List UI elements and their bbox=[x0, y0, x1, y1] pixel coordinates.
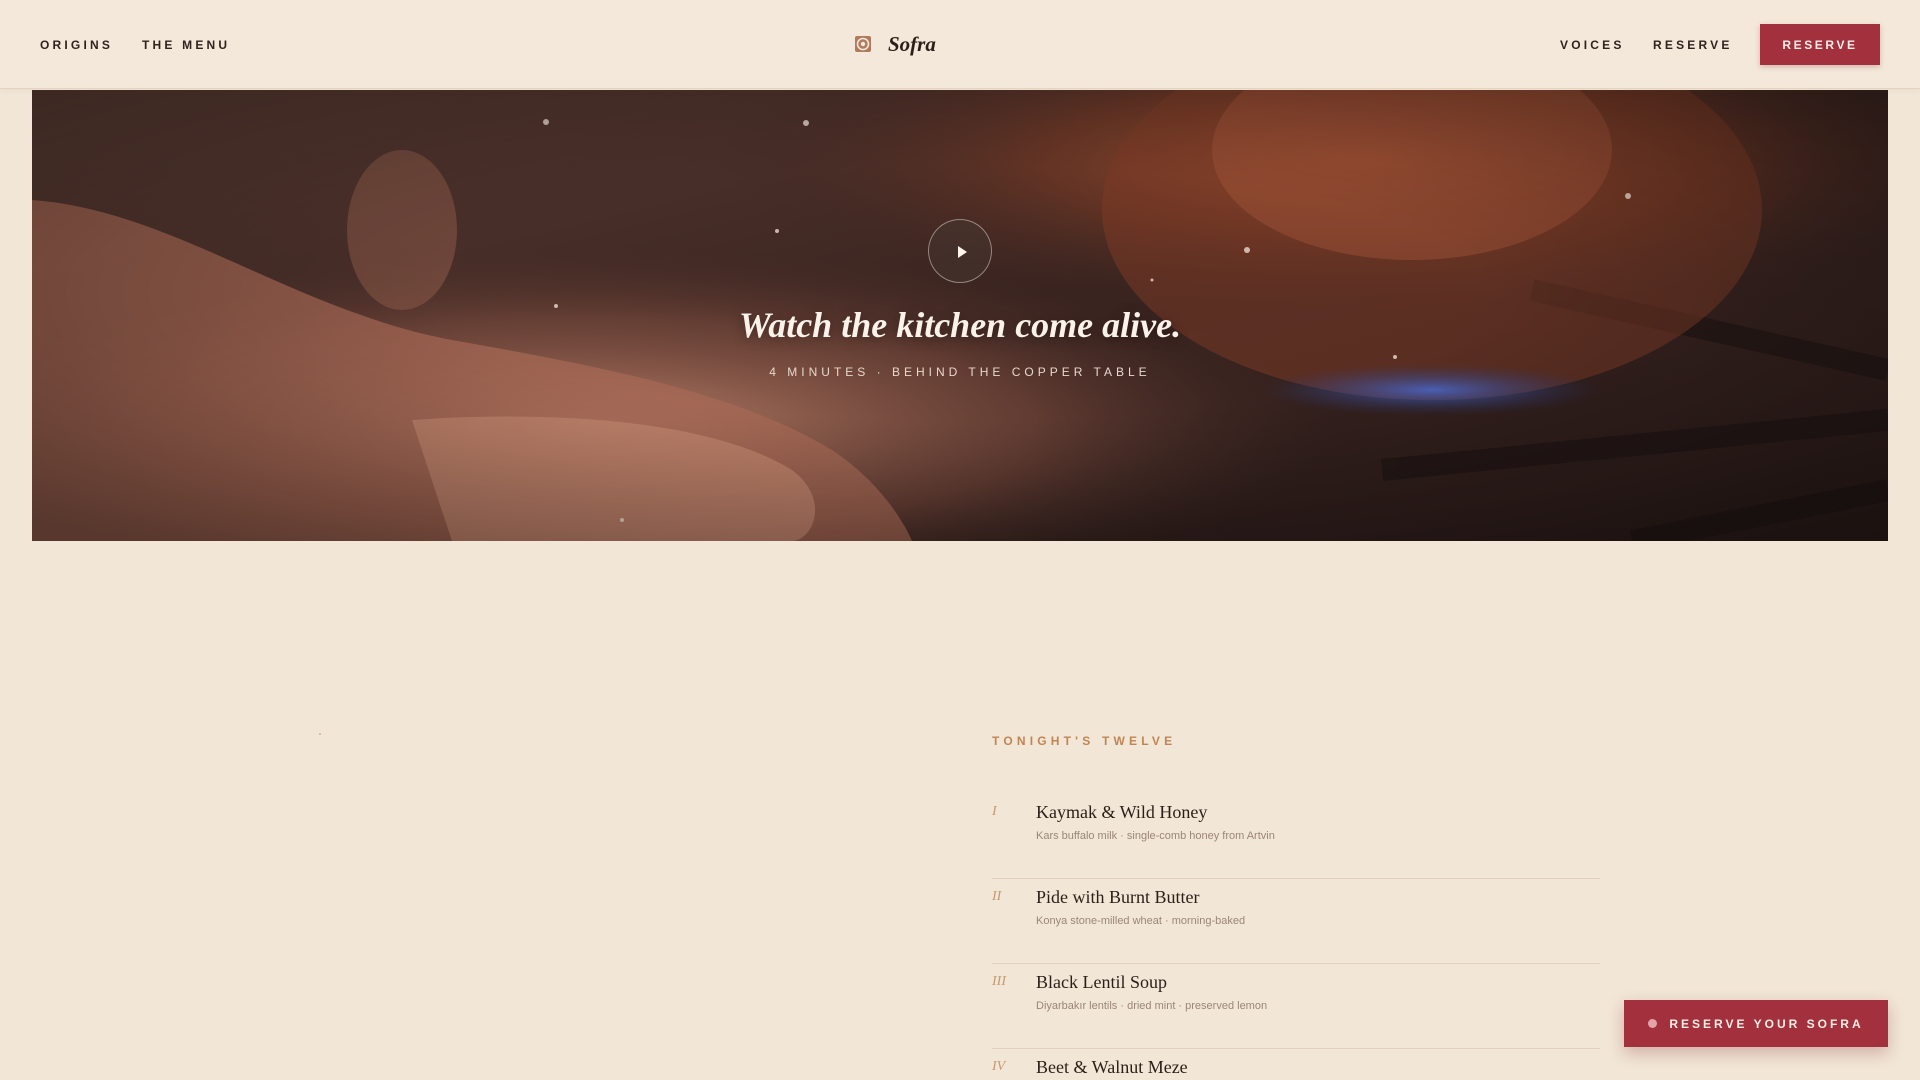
brand-name: Sofra bbox=[888, 31, 936, 56]
play-button[interactable] bbox=[928, 219, 992, 283]
menu-item-description: Konya stone-milled wheat · morning-baked bbox=[1036, 915, 1246, 927]
play-icon bbox=[958, 246, 967, 258]
menu-item-description: Kars buffalo milk · single-comb honey fr… bbox=[1036, 830, 1275, 842]
menu-list: I Kaymak & Wild Honey Kars buffalo milk … bbox=[992, 794, 1600, 1080]
nav-link-reserve[interactable]: RESERVE bbox=[1653, 38, 1733, 52]
floating-cta-label: RESERVE YOUR SOFRA bbox=[1669, 1016, 1864, 1031]
menu-item-name: Beet & Walnut Meze bbox=[1036, 1057, 1188, 1077]
sofra-logo-icon bbox=[855, 36, 871, 52]
hero-subtitle: 4 MINUTES · BEHIND THE COPPER TABLE bbox=[769, 365, 1151, 379]
status-dot-icon bbox=[1648, 1019, 1658, 1028]
menu-item-numeral: II bbox=[992, 889, 1002, 904]
menu-item-name: Pide with Burnt Butter bbox=[1036, 887, 1200, 907]
menu-item-numeral: I bbox=[992, 804, 997, 819]
menu-eyebrow: TONIGHT'S TWELVE bbox=[992, 734, 1177, 748]
decorative-dot bbox=[319, 733, 321, 735]
site-header: ORIGINS THE MENU Sofra VOICES RESERVE RE… bbox=[0, 0, 1920, 89]
hero-video[interactable]: Watch the kitchen come alive. 4 MINUTES … bbox=[32, 90, 1888, 541]
menu-item[interactable]: III Black Lentil Soup Diyarbakır lentils… bbox=[992, 964, 1600, 1049]
menu-item[interactable]: II Pide with Burnt Butter Konya stone-mi… bbox=[992, 879, 1600, 964]
menu-item[interactable]: IV Beet & Walnut Meze bbox=[992, 1049, 1600, 1080]
brand-logo[interactable]: Sofra bbox=[854, 30, 936, 58]
nav-link-the-menu[interactable]: THE MENU bbox=[142, 38, 230, 52]
nav-link-voices[interactable]: VOICES bbox=[1560, 38, 1625, 52]
menu-item-name: Black Lentil Soup bbox=[1036, 972, 1167, 992]
menu-item-name: Kaymak & Wild Honey bbox=[1036, 802, 1208, 822]
reserve-button[interactable]: RESERVE bbox=[1760, 24, 1880, 65]
hero-title: Watch the kitchen come alive. bbox=[738, 305, 1182, 345]
menu-item-numeral: IV bbox=[992, 1059, 1006, 1074]
menu-item-numeral: III bbox=[992, 974, 1006, 989]
menu-section: TONIGHT'S TWELVE I Kaymak & Wild Honey K… bbox=[992, 734, 1600, 1077]
reserve-your-sofra-button[interactable]: RESERVE YOUR SOFRA bbox=[1624, 1000, 1888, 1047]
menu-item[interactable]: I Kaymak & Wild Honey Kars buffalo milk … bbox=[992, 794, 1600, 879]
menu-item-description: Diyarbakır lentils · dried mint · preser… bbox=[1036, 1000, 1268, 1012]
nav-link-origins[interactable]: ORIGINS bbox=[40, 38, 113, 52]
